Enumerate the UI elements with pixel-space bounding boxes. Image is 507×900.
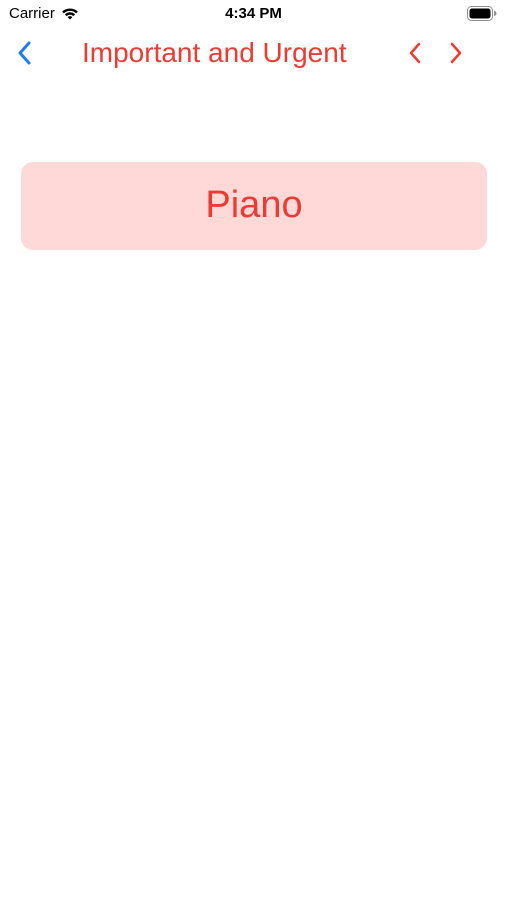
chevron-right-icon (450, 42, 462, 64)
task-card[interactable]: Piano (21, 162, 487, 250)
chevron-left-icon (409, 42, 421, 64)
battery-icon (467, 6, 497, 21)
back-button[interactable] (10, 36, 40, 70)
status-bar: Carrier 4:34 PM (0, 0, 507, 28)
status-time: 4:34 PM (225, 5, 282, 22)
next-quadrant-button[interactable] (443, 38, 469, 68)
task-label: Piano (205, 183, 303, 226)
navigation-bar: Important and Urgent (0, 28, 507, 78)
page-title: Important and Urgent (82, 37, 347, 68)
previous-quadrant-button[interactable] (402, 38, 428, 68)
chevron-left-icon (18, 41, 31, 65)
